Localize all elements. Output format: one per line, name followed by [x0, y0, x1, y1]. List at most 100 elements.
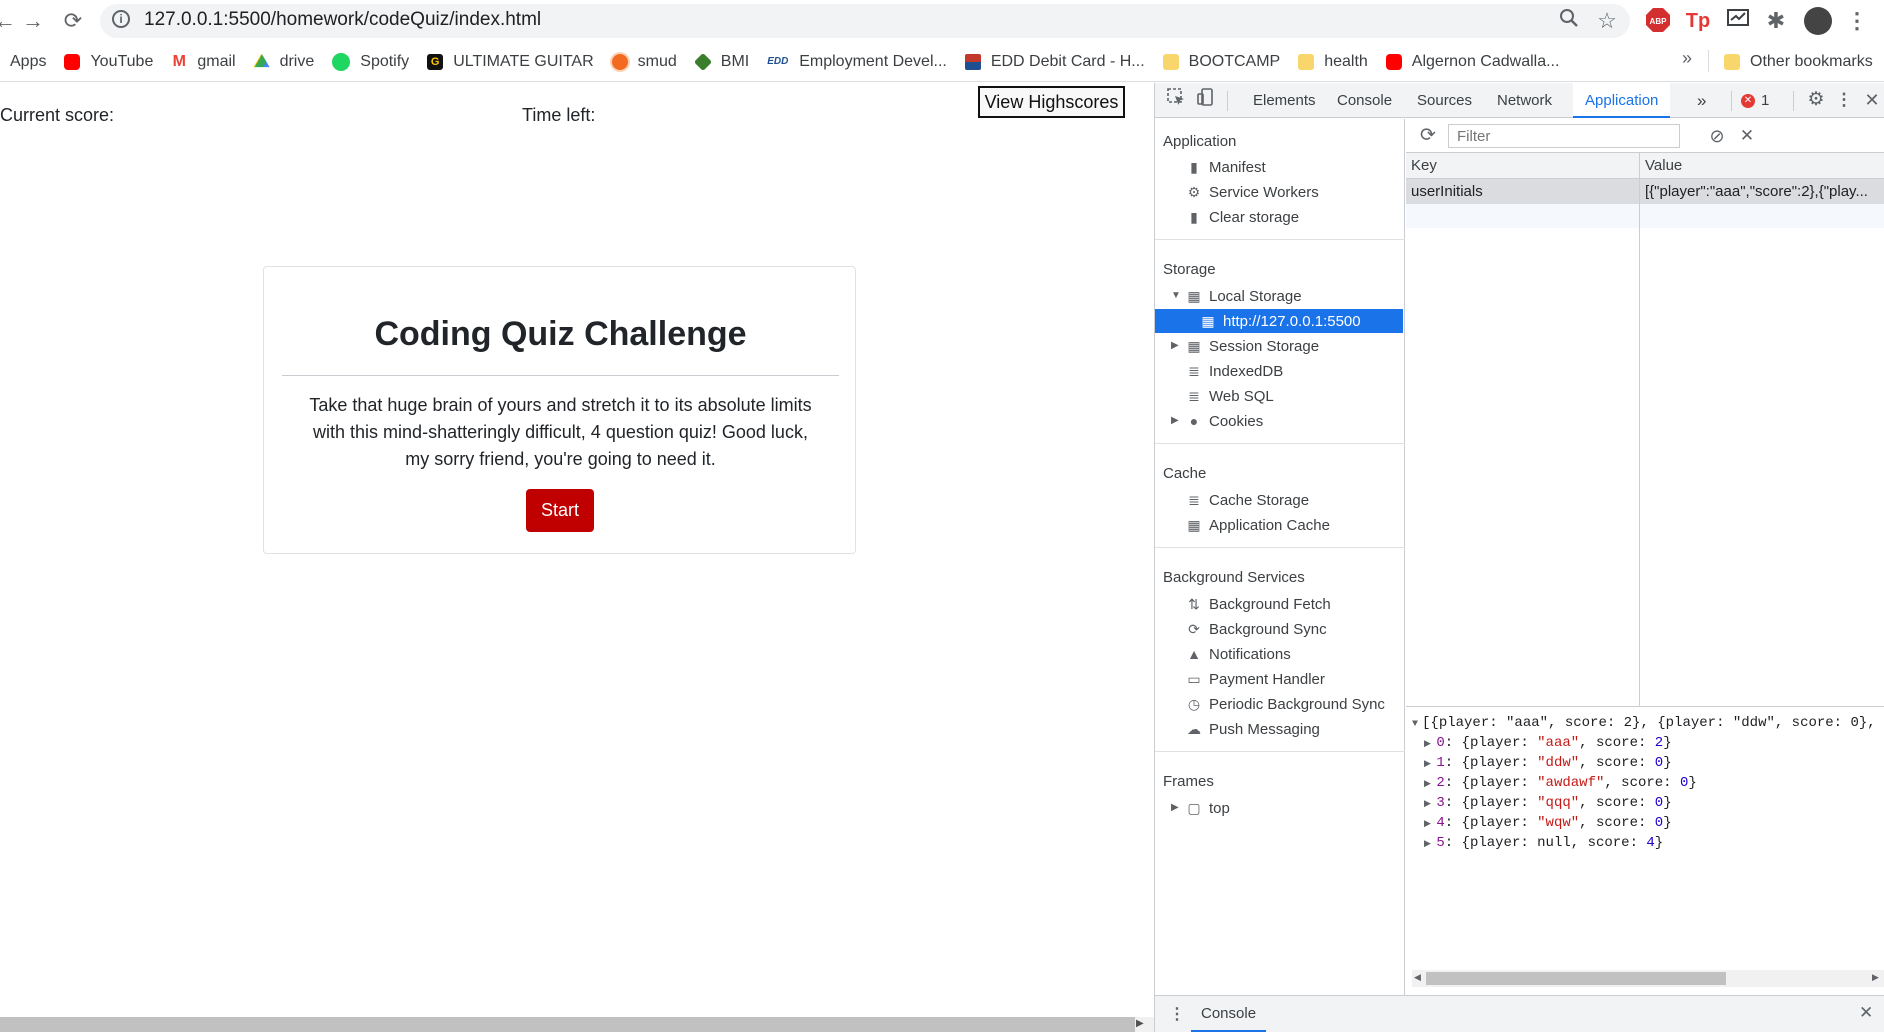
column-divider[interactable] — [1639, 153, 1640, 706]
sidebar-item-application-cache[interactable]: ▦ Application Cache — [1185, 513, 1330, 537]
table-row[interactable]: userInitials [{"player":"aaa","score":2}… — [1406, 179, 1884, 204]
preview-entry[interactable]: ▶ 2: {player: "awdawf", score: 0} — [1424, 773, 1697, 793]
tab-sources[interactable]: Sources — [1405, 83, 1484, 118]
sidebar-item-manifest[interactable]: ▮ Manifest — [1185, 155, 1266, 179]
sidebar-item-local-origin[interactable]: ▦ http://127.0.0.1:5500 — [1155, 309, 1403, 333]
sidebar-item-indexeddb[interactable]: ≣ IndexedDB — [1185, 359, 1283, 383]
start-button[interactable]: Start — [526, 489, 594, 532]
smud-icon — [611, 53, 628, 70]
collapsed-triangle-icon[interactable]: ▶ — [1171, 334, 1179, 358]
collapsed-triangle-icon[interactable]: ▶ — [1171, 796, 1179, 820]
reload-icon[interactable]: ⟳ — [60, 8, 86, 34]
drawer-tab-console[interactable]: Console — [1191, 996, 1267, 1032]
collapsed-triangle-icon: ▶ — [1424, 799, 1437, 809]
credit-card-icon: ▭ — [1187, 671, 1201, 687]
tp-extension-icon[interactable]: Tp — [1684, 7, 1712, 35]
other-bookmarks-folder[interactable]: Other bookmarks — [1724, 42, 1873, 82]
preview-value: 4 — [1436, 815, 1445, 831]
close-devtools-icon[interactable]: ✕ — [1859, 87, 1884, 113]
profile-avatar[interactable] — [1804, 7, 1832, 35]
bookmark-spotify[interactable]: Spotify — [332, 42, 409, 81]
preview-entry[interactable]: ▶ 3: {player: "qqq", score: 0} — [1424, 793, 1672, 813]
close-drawer-icon[interactable]: ✕ — [1859, 1003, 1873, 1023]
bookmark-edd-debit[interactable]: EDD Debit Card - H... — [964, 42, 1145, 81]
scroll-right-arrow-icon[interactable]: ▶ — [1872, 972, 1879, 983]
menu-kebab-icon[interactable]: ⋮ — [1846, 7, 1868, 35]
sidebar-item-frame-top[interactable]: ▶ ▢ top — [1171, 796, 1230, 820]
tab-console[interactable]: Console — [1325, 83, 1404, 118]
key-column-header[interactable]: Key — [1411, 157, 1437, 174]
zoom-icon[interactable] — [1556, 7, 1582, 35]
sidebar-item-cookies[interactable]: ▶ ● Cookies — [1171, 409, 1263, 433]
url-text[interactable]: 127.0.0.1:5500/homework/codeQuiz/index.h… — [144, 8, 541, 32]
device-toolbar-icon[interactable] — [1193, 87, 1219, 113]
expanded-triangle-icon[interactable]: ▼ — [1171, 284, 1181, 308]
delete-selected-icon[interactable]: ✕ — [1736, 125, 1758, 147]
preview-entry[interactable]: ▶ 1: {player: "ddw", score: 0} — [1424, 753, 1672, 773]
bookmark-ultimate-guitar[interactable]: G ULTIMATE GUITAR — [427, 42, 594, 81]
sidebar-item-notifications[interactable]: ▲ Notifications — [1185, 642, 1291, 666]
preview-value: 1 — [1436, 755, 1445, 771]
view-highscores-button[interactable]: View Highscores — [978, 86, 1125, 118]
back-arrow-icon[interactable]: ← — [0, 8, 18, 34]
bookmark-edd[interactable]: EDD Employment Devel... — [767, 42, 947, 81]
sidebar-item-background-fetch[interactable]: ⇅ Background Fetch — [1185, 592, 1331, 616]
bookmark-gmail[interactable]: Mgmail — [171, 42, 236, 81]
filter-input[interactable] — [1448, 124, 1680, 148]
bookmark-youtube[interactable]: YouTube — [64, 42, 153, 81]
bookmarks-bar: Apps YouTube Mgmail drive Spotify G ULTIM… — [0, 42, 1884, 82]
clock-icon: ◷ — [1187, 696, 1201, 712]
preview-entry[interactable]: ▶ 4: {player: "wqw", score: 0} — [1424, 813, 1672, 833]
preview-entry[interactable]: ▶ 5: {player: null, score: 4} — [1424, 833, 1663, 853]
bookmark-star-icon[interactable]: ☆ — [1594, 7, 1620, 35]
bookmark-algernon[interactable]: Algernon Cadwalla... — [1385, 42, 1559, 81]
tab-network[interactable]: Network — [1485, 83, 1564, 118]
sidebar-item-clear-storage[interactable]: ▮ Clear storage — [1185, 205, 1299, 229]
scroll-right-arrow-icon[interactable]: ▶ — [1136, 1018, 1144, 1029]
extensions-puzzle-icon[interactable]: ✱ — [1762, 7, 1790, 35]
devtools-menu-icon[interactable]: ⋮ — [1831, 87, 1857, 113]
scroll-left-arrow-icon[interactable]: ◀ — [1414, 972, 1421, 983]
sidebar-item-local-storage[interactable]: ▼ ▦ Local Storage — [1171, 284, 1302, 308]
sidebar-item-payment-handler[interactable]: ▭ Payment Handler — [1185, 667, 1325, 691]
preview-punctuation: , score: — [1579, 755, 1655, 771]
page-scrollbar-thumb[interactable] — [0, 1017, 1135, 1032]
preview-summary[interactable]: ▼ [{player: "aaa", score: 2}, {player: "d… — [1412, 713, 1884, 733]
more-tabs-button[interactable]: » — [1685, 83, 1718, 118]
preview-entry[interactable]: ▶ 0: {player: "aaa", score: 2} — [1424, 733, 1672, 753]
sidebar-item-web-sql[interactable]: ≣ Web SQL — [1185, 384, 1274, 408]
bookmark-apps[interactable]: Apps — [0, 42, 46, 81]
sidebar-item-cache-storage[interactable]: ≣ Cache Storage — [1185, 488, 1309, 512]
collapsed-triangle-icon[interactable]: ▶ — [1171, 409, 1179, 433]
toolbar-divider — [1227, 91, 1228, 111]
preview-punctuation: , score: — [1579, 815, 1655, 831]
refresh-icon[interactable]: ⟳ — [1416, 124, 1440, 148]
sidebar-item-session-storage[interactable]: ▶ ▦ Session Storage — [1171, 334, 1319, 358]
tab-elements[interactable]: Elements — [1241, 83, 1328, 118]
value-column-header[interactable]: Value — [1645, 157, 1682, 174]
settings-gear-icon[interactable]: ⚙ — [1803, 87, 1829, 113]
error-counter[interactable]: ✕ 1 — [1741, 92, 1769, 109]
sidebar-item-service-workers[interactable]: ⚙ Service Workers — [1185, 180, 1319, 204]
frame-window-icon: ▢ — [1187, 800, 1201, 816]
bookmark-smud[interactable]: smud — [611, 42, 677, 81]
inspect-element-icon[interactable] — [1163, 87, 1189, 113]
bookmarks-overflow-button[interactable]: » — [1682, 48, 1692, 69]
site-info-icon[interactable]: i — [112, 10, 130, 28]
devtools-panel: Elements Console Sources Network Applica… — [1154, 83, 1884, 1032]
sidebar-item-push-messaging[interactable]: ☁ Push Messaging — [1185, 717, 1320, 741]
tab-application[interactable]: Application — [1573, 83, 1671, 118]
bookmark-drive[interactable]: drive — [253, 42, 314, 81]
bookmark-health[interactable]: health — [1298, 42, 1368, 81]
forward-arrow-icon[interactable]: → — [20, 8, 46, 34]
cast-icon[interactable] — [1724, 7, 1752, 35]
bookmark-bootcamp[interactable]: BOOTCAMP — [1162, 42, 1280, 81]
adblock-plus-icon[interactable]: ABP — [1644, 7, 1672, 35]
sidebar-item-periodic-background-sync[interactable]: ◷ Periodic Background Sync — [1185, 692, 1385, 716]
bookmark-bmi[interactable]: BMI — [693, 42, 749, 81]
table-grid-icon: ▦ — [1187, 338, 1201, 354]
drawer-menu-icon[interactable]: ⋮ — [1169, 1004, 1185, 1024]
clear-all-block-icon[interactable]: ⊘ — [1706, 125, 1728, 147]
preview-scrollbar-thumb[interactable] — [1426, 972, 1726, 985]
sidebar-item-background-sync[interactable]: ⟳ Background Sync — [1185, 617, 1326, 641]
